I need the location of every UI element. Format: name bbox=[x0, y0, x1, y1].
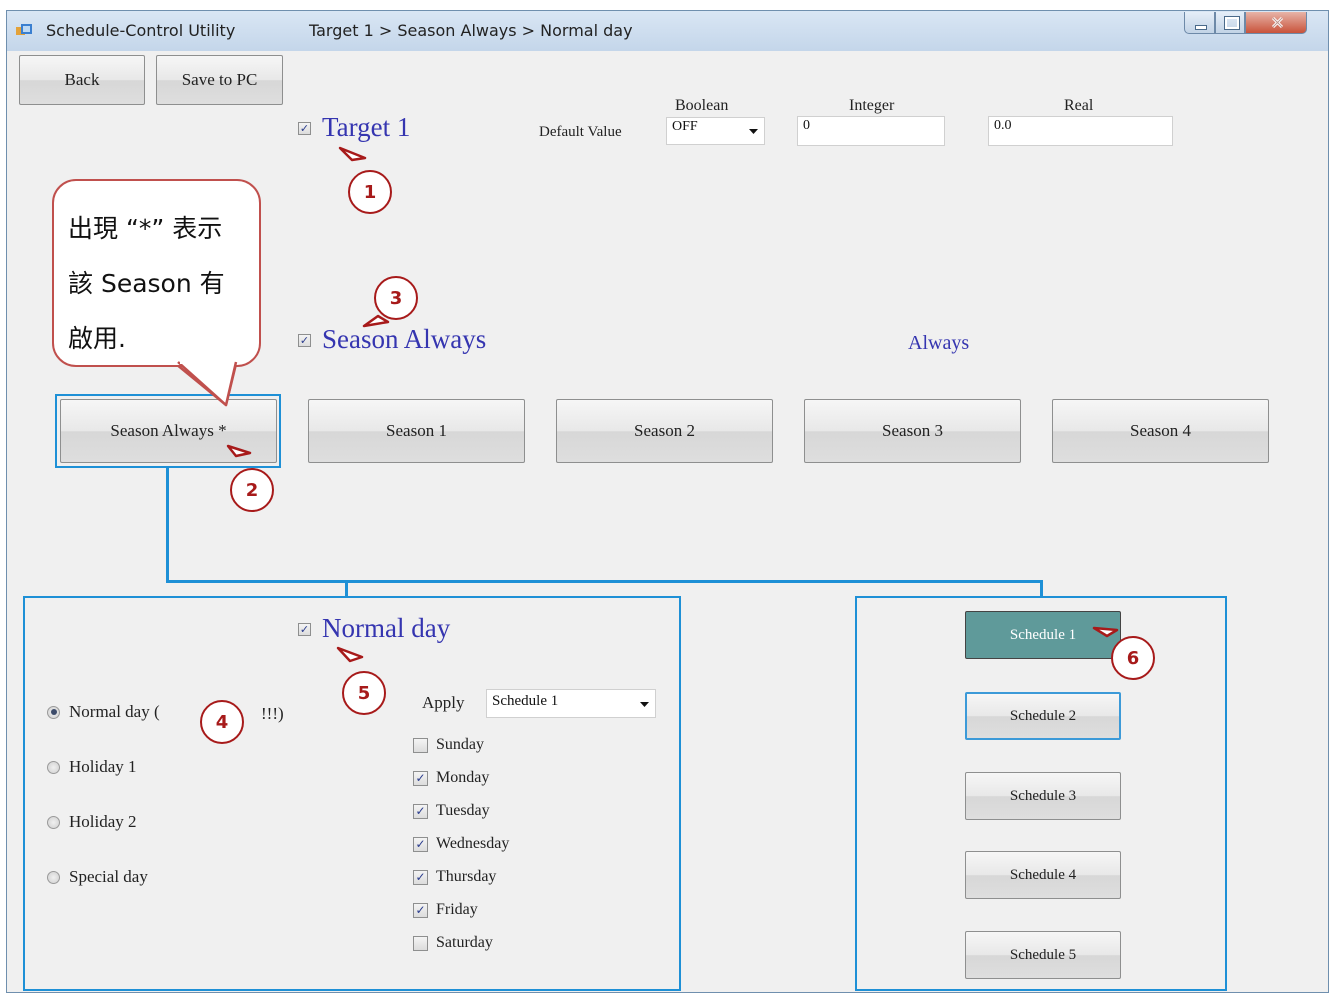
speech-bubble-tail bbox=[177, 358, 238, 407]
callout-2: 2 bbox=[230, 468, 274, 512]
callout-5: 5 bbox=[342, 671, 386, 715]
callout-3: 3 bbox=[374, 276, 418, 320]
callout-4: 4 bbox=[200, 700, 244, 744]
callout-6: 6 bbox=[1111, 636, 1155, 680]
callout-1: 1 bbox=[348, 170, 392, 214]
